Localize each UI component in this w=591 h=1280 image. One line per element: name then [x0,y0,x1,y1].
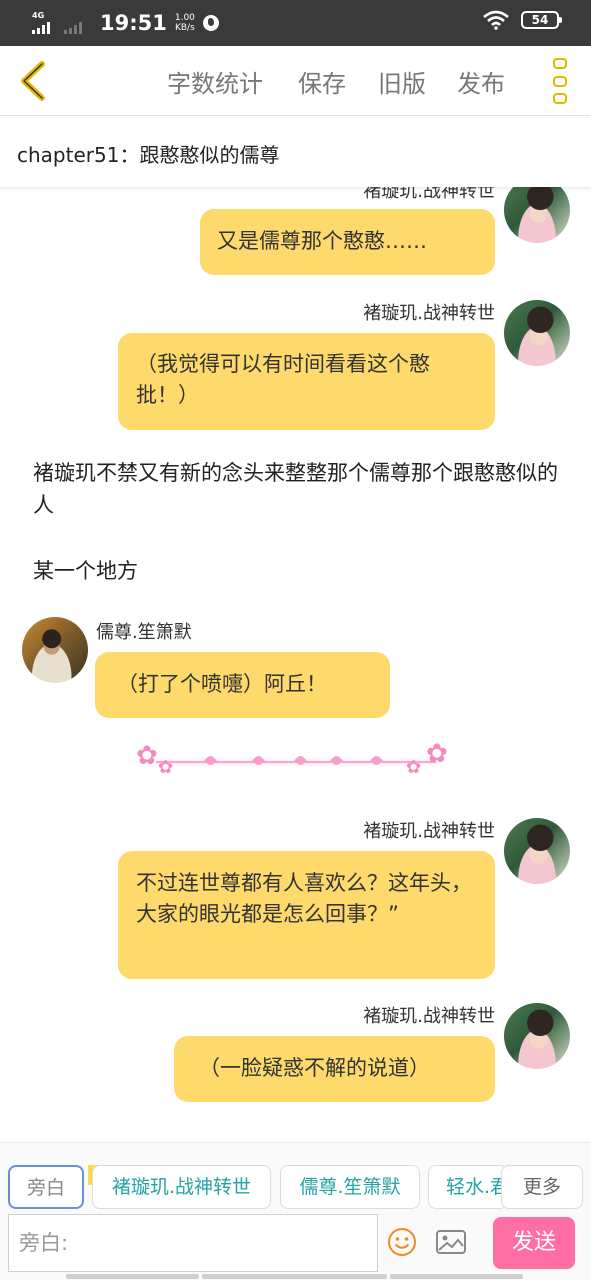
clock: 19:51 [100,11,167,35]
battery-icon: 54 [521,11,562,29]
avatar[interactable] [504,187,570,243]
network-speed: 1.00 KB/s [175,13,195,33]
back-arrow-icon[interactable] [14,58,54,104]
speaker-name: 褚璇玑.战神转世 [363,821,495,842]
cell-signal-2-icon [64,12,88,34]
speaker-name: 儒尊.笙箫默 [96,622,192,643]
status-right: 54 [483,10,562,30]
speed-unit: KB/s [174,23,195,33]
narration-text[interactable]: 褚璇玑不禁又有新的念头来整整那个儒尊那个跟憨憨似的人 [33,457,563,521]
message-bubble[interactable]: 不过连世尊都有人喜欢么？这年头，大家的眼光都是怎么回事？” [118,851,495,979]
message-bubble[interactable]: 又是儒尊那个憨憨…… [200,209,495,275]
chapter-title[interactable]: chapter51：跟憨憨似的儒尊 [17,139,279,168]
message-bubble[interactable]: （打了个喷嚏）阿丘！ [95,652,390,718]
role-chip[interactable]: 褚璇玑.战神转世 [92,1165,271,1209]
role-selector: 旁白 主 褚璇玑.战神转世 儒尊.笙箫默 轻水.君 更多 [0,1142,591,1210]
avatar[interactable] [504,818,570,884]
status-bar: 4G 19:51 1.00 KB/s 54 [0,0,591,46]
speaker-name: 褚璇玑.战神转世 [363,1006,495,1027]
old-version-button[interactable]: 旧版 [378,64,426,99]
word-count-button[interactable]: 字数统计 [167,64,263,99]
message-bubble[interactable]: （我觉得可以有时间看看这个憨批！） [118,333,495,430]
editor-toolbar: 字数统计 保存 旧版 发布 [0,46,591,116]
navigation-bar [0,1274,591,1280]
message-bubble[interactable]: （一脸疑惑不解的说道） [174,1036,495,1102]
wifi-icon [483,10,509,30]
role-chip[interactable]: 儒尊.笙箫默 [280,1165,420,1209]
globe-icon [202,15,219,31]
chat-area[interactable]: 褚璇玑.战神转世 又是儒尊那个憨憨…… 褚璇玑.战神转世 （我觉得可以有时间看看… [0,187,591,1142]
chapter-header: chapter51：跟憨憨似的儒尊 [0,117,591,187]
status-left: 4G 19:51 1.00 KB/s [32,8,219,38]
more-roles-button[interactable]: 更多 [501,1165,583,1209]
speaker-name: 褚璇玑.战神转世 [363,303,495,324]
input-bar: 发送 [0,1210,591,1280]
image-icon[interactable] [435,1226,467,1258]
network-type: 4G [32,11,45,20]
emoji-icon[interactable] [386,1226,418,1258]
role-chip-narrator[interactable]: 旁白 [8,1165,84,1209]
more-menu-icon[interactable] [553,58,567,104]
narration-text[interactable]: 某一个地方 [33,555,563,587]
speaker-name: 褚璇玑.战神转世 [363,187,495,202]
flower-divider: ✿ ✿ ✿ ✿ [136,739,448,778]
message-input[interactable] [8,1214,378,1272]
speed-value: 1.00 [174,13,195,23]
cell-signal-icon: 4G [32,12,56,34]
role-chip[interactable]: 轻水.君 [428,1165,508,1209]
save-button[interactable]: 保存 [298,64,346,99]
send-button[interactable]: 发送 [493,1217,575,1269]
avatar[interactable] [504,300,570,366]
avatar[interactable] [22,617,88,683]
publish-button[interactable]: 发布 [457,64,505,99]
avatar[interactable] [504,1003,570,1069]
